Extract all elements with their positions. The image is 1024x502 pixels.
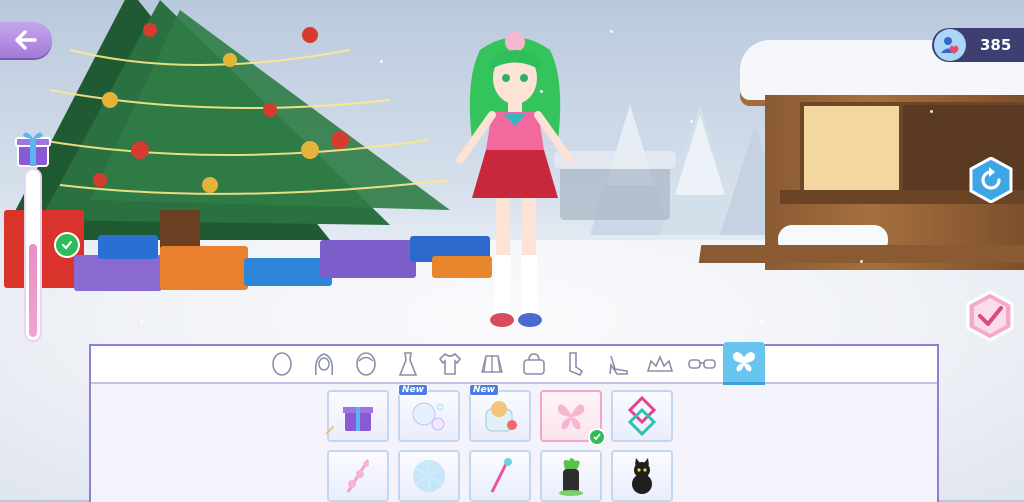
tab-face[interactable] — [345, 346, 387, 382]
new-badge: New — [469, 384, 499, 396]
pencil-icon — [324, 426, 334, 435]
tab-dress[interactable] — [387, 346, 429, 382]
item-card[interactable]: New — [398, 384, 460, 442]
pink-butterfly-icon — [557, 404, 585, 430]
socks-icon — [569, 352, 584, 377]
hair-icon — [314, 353, 334, 376]
diamond-pattern-icon — [627, 396, 657, 436]
glasses-icon — [688, 359, 716, 369]
cat-jar-icon — [485, 401, 517, 432]
slider-fill — [29, 243, 37, 337]
tab-skin[interactable] — [261, 346, 303, 382]
gift-box — [74, 255, 162, 291]
tab-shoes[interactable] — [597, 346, 639, 382]
gift-box — [244, 258, 332, 286]
back-button[interactable] — [0, 22, 52, 58]
item-card[interactable]: New — [469, 384, 531, 442]
bag-icon — [523, 353, 545, 375]
face-icon — [356, 352, 376, 376]
tab-socks[interactable] — [555, 346, 597, 382]
dress-icon — [398, 352, 418, 376]
item-grid: New New — [324, 384, 673, 502]
tab-bag[interactable] — [513, 346, 555, 382]
item-card[interactable] — [469, 450, 531, 502]
item-card[interactable] — [324, 390, 389, 442]
plant-pot-icon — [559, 458, 583, 496]
item-card-selected[interactable] — [540, 390, 606, 446]
flower-sparkle-icon — [346, 459, 370, 493]
confirm-button[interactable] — [964, 290, 1016, 342]
tab-glasses[interactable] — [681, 346, 723, 382]
tab-wings[interactable] — [723, 342, 765, 382]
item-card[interactable] — [611, 390, 673, 442]
tiara-icon — [646, 355, 674, 372]
gift-box-icon — [343, 407, 373, 431]
tab-skirt[interactable] — [471, 346, 513, 382]
selected-check-icon — [588, 428, 606, 446]
skirt-icon — [481, 355, 503, 373]
new-badge: New — [398, 384, 428, 396]
heel-shoe-icon — [609, 355, 628, 375]
bubbles-icon — [412, 402, 445, 431]
gift-box — [98, 235, 158, 259]
tab-top[interactable] — [429, 346, 471, 382]
category-tabbar — [91, 342, 937, 384]
check-icon — [966, 290, 1014, 342]
coins-value: 385 — [980, 36, 1012, 54]
shirt-icon — [438, 352, 462, 375]
refresh-button[interactable] — [968, 157, 1014, 203]
item-card[interactable] — [540, 450, 602, 502]
snowflake-icon — [413, 460, 445, 492]
slider-handle-gift-icon[interactable] — [12, 128, 54, 170]
character-girl — [456, 32, 574, 327]
item-card[interactable] — [611, 450, 673, 502]
wardrobe-panel: New New — [89, 342, 939, 502]
magic-wand-icon — [490, 458, 512, 493]
vertical-slider[interactable] — [26, 170, 40, 340]
tab-hair[interactable] — [303, 346, 345, 382]
black-cat-icon — [632, 458, 652, 494]
profile-heart-icon — [934, 29, 966, 61]
gift-box — [320, 240, 416, 278]
item-card[interactable] — [327, 450, 389, 502]
arrow-left-icon — [15, 30, 37, 50]
face-skin-icon — [272, 352, 292, 376]
check-badge-icon — [54, 232, 80, 258]
gift-box — [160, 246, 248, 290]
item-card[interactable] — [398, 450, 460, 502]
currency-counter: 385 — [932, 28, 1024, 62]
refresh-icon — [969, 157, 1013, 203]
tab-tiara[interactable] — [639, 346, 681, 382]
butterfly-icon — [732, 351, 756, 372]
